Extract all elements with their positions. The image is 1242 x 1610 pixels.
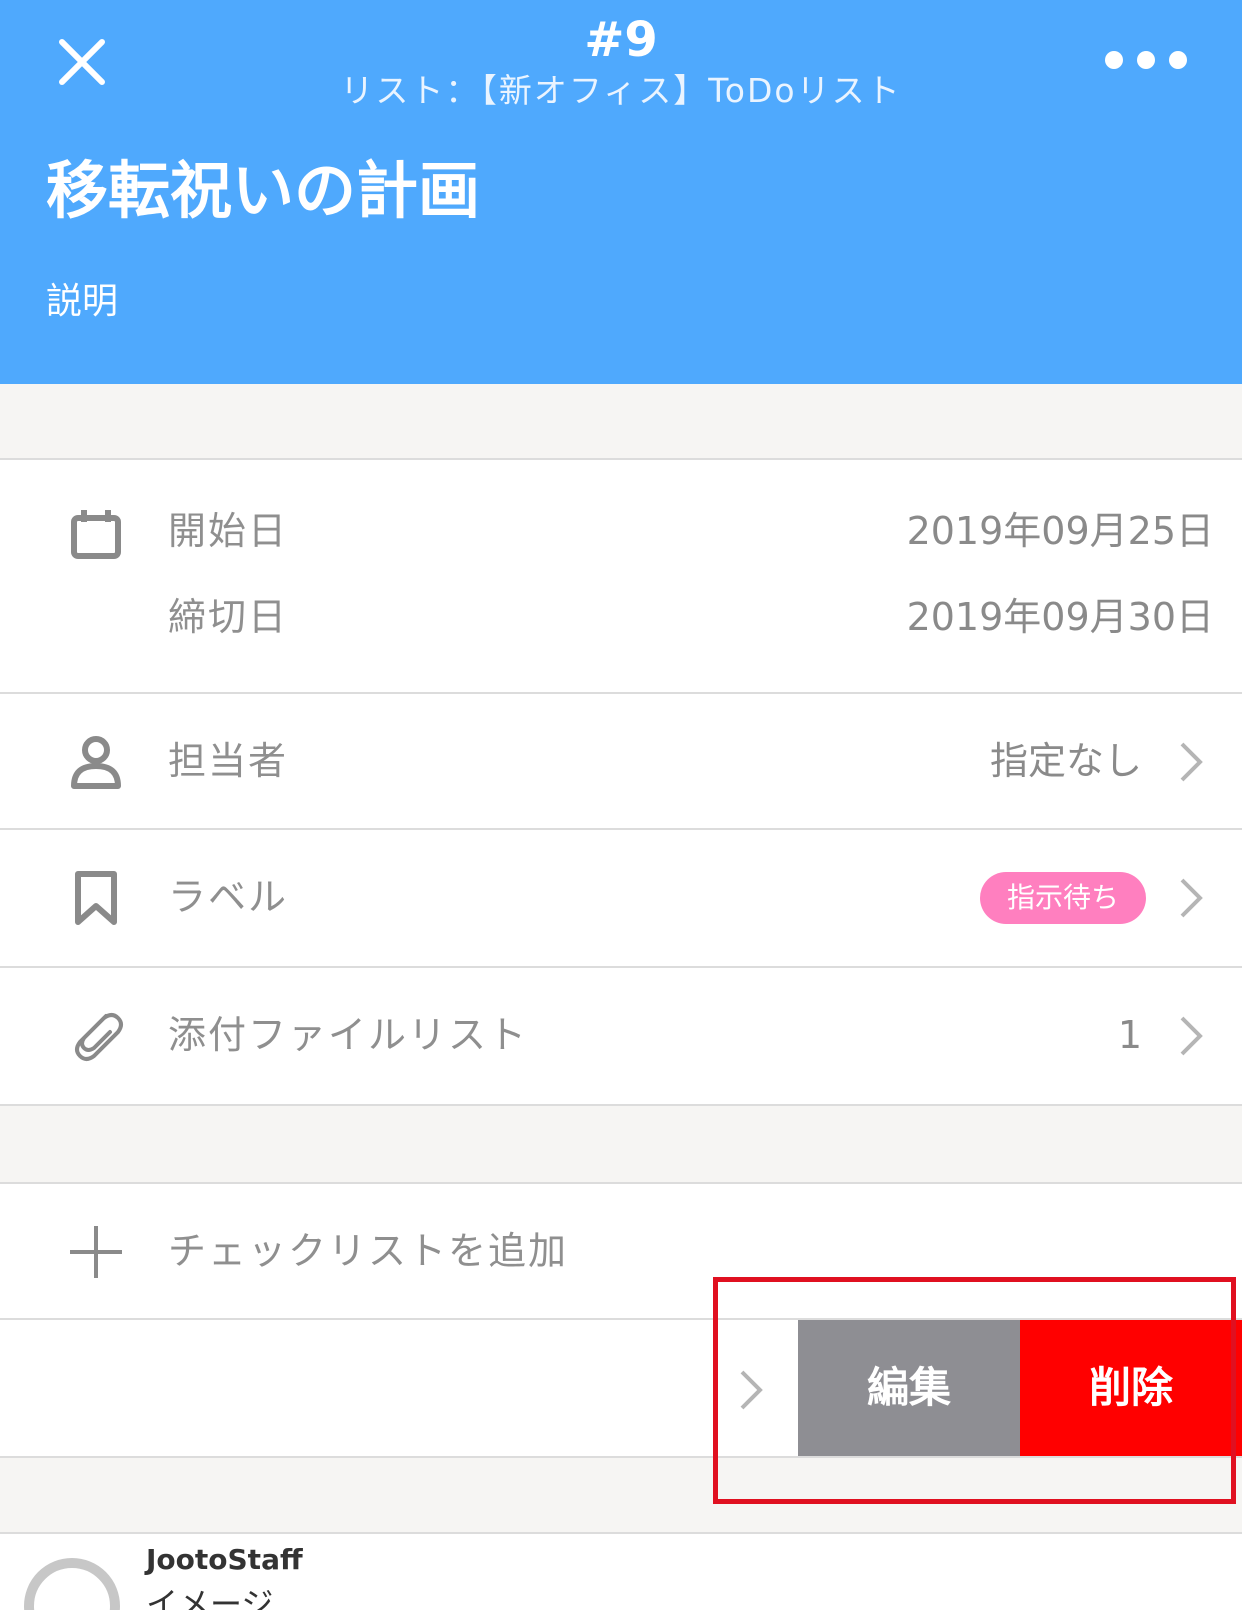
plus-icon [70,1226,122,1278]
comment-text: イメージ [146,1585,274,1610]
calendar-icon [71,510,121,559]
comment-author: JootoStaff [146,1543,303,1576]
assignee-row[interactable]: 担当者 指定なし [0,692,1242,830]
label-row[interactable]: ラベル 指示待ち [0,830,1242,968]
paperclip-icon [75,1013,123,1061]
assignee-value: 指定なし [989,739,1142,783]
assignee-label: 担当者 [168,739,289,783]
list-name: リスト：【新オフィス】ToDoリスト [340,71,902,110]
task-title[interactable]: 移転祝いの計画 [46,150,480,232]
add-checklist-label: チェックリストを追加 [168,1229,569,1273]
due-date-value[interactable]: 2019年09月30日 [907,592,1214,642]
label-label: ラベル [168,875,289,919]
dates-section: 開始日 2019年09月25日 締切日 2019年09月30日 [0,458,1242,692]
start-date-value[interactable]: 2019年09月25日 [907,506,1214,556]
task-header: #9 リスト：【新オフィス】ToDoリスト 移転祝いの計画 説明 [0,0,1242,384]
due-date-label: 締切日 [168,595,289,639]
avatar [24,1558,120,1610]
attachments-count: 1 [1117,1013,1142,1057]
more-options-icon[interactable] [1100,40,1200,80]
add-checklist-row[interactable]: チェックリストを追加 [0,1182,1242,1320]
chevron-right-icon [1180,742,1203,782]
edit-button[interactable]: 編集 [798,1320,1020,1456]
bookmark-icon [75,871,117,925]
delete-button[interactable]: 削除 [1020,1320,1242,1456]
chevron-right-icon [740,1370,763,1410]
description-field[interactable]: 説明 [46,278,118,326]
attachments-label: 添付ファイルリスト [168,1013,529,1057]
chevron-right-icon [1180,1016,1203,1056]
attachments-row[interactable]: 添付ファイルリスト 1 [0,968,1242,1106]
start-date-label: 開始日 [168,509,289,553]
label-badge: 指示待ち [980,872,1146,924]
chevron-right-icon [1180,878,1203,918]
person-icon [71,736,121,789]
swiped-checklist-item[interactable]: 編集 削除 [0,1320,1242,1458]
task-number: #9 [584,12,658,68]
comment-item: JootoStaff イメージ [0,1532,1242,1610]
